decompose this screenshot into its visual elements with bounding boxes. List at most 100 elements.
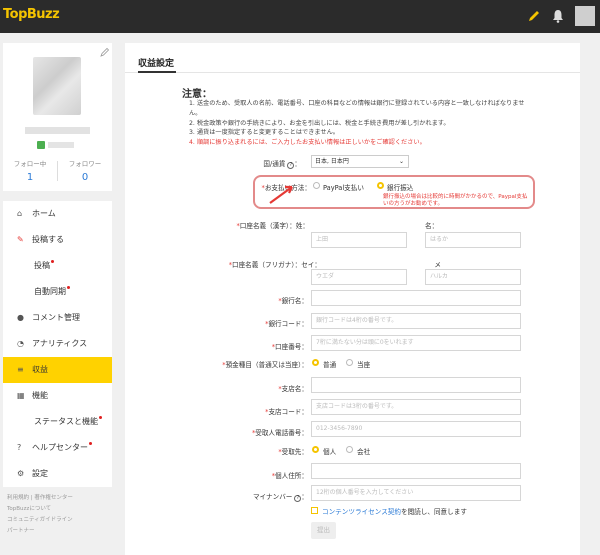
account-number-input[interactable]: 7桁に満たない分は頭に0をいれます xyxy=(311,335,521,351)
paypal-radio[interactable] xyxy=(313,182,320,189)
deposit-ordinary-radio[interactable] xyxy=(312,359,319,366)
address-input[interactable] xyxy=(311,463,521,479)
footer-link-guidelines[interactable]: コミュニティガイドライン xyxy=(7,517,73,523)
home-icon: ⌂ xyxy=(17,209,23,218)
following-stat[interactable]: フォロー中 1 xyxy=(3,158,57,183)
help-icon: ? xyxy=(17,443,22,452)
notice-list: 1. 送金のため、受取人の名前、電話番号、口座の科目などの情報は銀行に登録されて… xyxy=(189,99,529,148)
chevron-down-icon: ⌄ xyxy=(398,158,404,165)
notice-item-warning: 4. 順調に振り込まれるには、ご入力したお支払い情報は正しいかをご確認ください。 xyxy=(189,139,426,147)
footer-link-partners[interactable]: パートナー xyxy=(7,528,35,534)
footer-links: 利用規約 | 著作権センター TopBuzzについて コミュニティガイドライン … xyxy=(7,495,73,534)
help-icon: ? xyxy=(287,162,295,169)
branch-code-input[interactable]: 支店コードは3桁の番号です。 xyxy=(311,399,521,415)
payee-company-radio[interactable] xyxy=(346,446,353,453)
last-name-kanji-input[interactable]: 上田 xyxy=(311,232,407,248)
divider xyxy=(125,72,580,73)
annotation-arrow-icon xyxy=(269,185,293,204)
sidebar-item-revenue[interactable]: ≡ 収益 xyxy=(3,357,112,383)
app-logo[interactable]: TopBuzz xyxy=(3,7,60,22)
license-agreement-link[interactable]: コンテンツライセンス契約 xyxy=(322,508,401,516)
user-avatar[interactable] xyxy=(575,6,595,26)
currency-label: 国/通貨?： xyxy=(263,160,301,169)
verified-badge-icon xyxy=(37,141,45,149)
notice-item: 1. 送金のため、受取人の名前、電話番号、口座の科目などの情報は銀行に登録されて… xyxy=(189,100,525,117)
sidebar-item-auto-sync[interactable]: 自動同期 xyxy=(3,279,112,305)
account-number-label: *口座番号： xyxy=(271,343,308,351)
sidebar-item-comments[interactable]: ● コメント管理 xyxy=(3,305,112,331)
profile-avatar xyxy=(33,57,81,115)
notification-dot xyxy=(67,286,70,289)
database-icon: ≡ xyxy=(17,365,24,374)
pencil-icon[interactable] xyxy=(526,8,542,24)
bell-icon[interactable] xyxy=(550,8,566,24)
profile-name xyxy=(25,127,90,134)
comment-icon: ● xyxy=(17,313,24,322)
sidebar-item-status[interactable]: ステータスと機能 xyxy=(3,409,112,435)
last-name-kana-input[interactable]: ウエダ xyxy=(311,269,407,285)
first-name-kanji-input[interactable]: はるか xyxy=(425,232,521,248)
branch-code-label: *支店コード： xyxy=(265,408,308,416)
sidebar-item-analytics[interactable]: ◔ アナリティクス xyxy=(3,331,112,357)
deposit-ordinary-label[interactable]: 普通 xyxy=(323,359,336,369)
sidebar-item-features[interactable]: ▦ 機能 xyxy=(3,383,112,409)
footer-link-terms[interactable]: 利用規約 xyxy=(7,495,29,501)
sidebar-item-help[interactable]: ? ヘルプセンター xyxy=(3,435,112,461)
sidebar: フォロー中 1 フォロワー 0 ⌂ ホーム ✎ 投稿する 投稿 自動同期 ● コメント… xyxy=(3,43,112,537)
gear-icon: ⚙ xyxy=(17,469,25,478)
payee-individual-radio[interactable] xyxy=(312,446,319,453)
payment-note: 銀行振込の場合は比較的に時間がかかるので、Paypal支払いの方うがお勧めです。 xyxy=(383,194,528,207)
first-name-kana-input[interactable]: ハルカ xyxy=(425,269,521,285)
branch-name-label: *支店名： xyxy=(278,385,308,393)
name-kanji-label: *口座名義（漢字）：姓： xyxy=(236,222,309,230)
notice-item: 2. 税金政策や銀行の手続きにより、お金を引出しには、税金と手続き費用が差し引か… xyxy=(189,119,450,127)
bank-transfer-label[interactable]: 銀行振込 xyxy=(387,182,413,192)
notice-item: 3. 通貨は一度指定すると変更することはできません。 xyxy=(189,129,339,137)
grid-icon: ▦ xyxy=(17,391,25,400)
footer-link-copyright[interactable]: 著作権センター xyxy=(34,495,73,501)
notification-dot xyxy=(51,260,54,263)
pencil-icon: ✎ xyxy=(17,235,24,244)
help-icon: ? xyxy=(294,495,302,502)
submit-button[interactable]: 提出 xyxy=(311,522,336,539)
sidebar-item-home[interactable]: ⌂ ホーム xyxy=(3,201,112,227)
agree-checkbox[interactable] xyxy=(311,507,318,514)
payee-label: *受取先： xyxy=(278,448,308,456)
footer-link-about[interactable]: TopBuzzについて xyxy=(7,506,51,512)
top-bar: TopBuzz xyxy=(0,0,600,33)
currency-select[interactable]: 日本, 日本円 ⌄ xyxy=(311,155,409,168)
first-name-label: 名： xyxy=(425,222,439,230)
paypal-label[interactable]: PayPal支払い xyxy=(323,182,364,192)
sidebar-item-settings[interactable]: ⚙ 設定 xyxy=(3,461,112,487)
sidebar-menu: ⌂ ホーム ✎ 投稿する 投稿 自動同期 ● コメント管理 ◔ アナリティクス ≡ 収益 … xyxy=(3,201,112,487)
title-underline xyxy=(138,71,176,73)
bank-name-label: *銀行名： xyxy=(278,297,308,305)
phone-label: *受取人電話番号： xyxy=(251,429,308,437)
payee-individual-label[interactable]: 個人 xyxy=(323,446,336,456)
deposit-checking-label[interactable]: 当座 xyxy=(357,359,370,369)
bank-transfer-radio[interactable] xyxy=(377,182,384,189)
mynumber-input[interactable]: 12桁の個人番号を入力してください xyxy=(311,485,521,501)
followers-count: 0 xyxy=(81,172,89,183)
deposit-checking-radio[interactable] xyxy=(346,359,353,366)
followers-stat[interactable]: フォロワー 0 xyxy=(58,158,112,183)
payee-company-label[interactable]: 会社 xyxy=(357,446,370,456)
pie-chart-icon: ◔ xyxy=(17,339,24,348)
sidebar-item-post[interactable]: ✎ 投稿する xyxy=(3,227,112,253)
mynumber-label: マイナンバー?： xyxy=(252,493,308,502)
notice-title: 注意： xyxy=(182,89,212,100)
notification-dot xyxy=(89,442,92,445)
address-label: *個人住所： xyxy=(271,472,308,480)
profile-badge-text xyxy=(48,142,74,148)
edit-profile-icon[interactable] xyxy=(100,47,110,57)
bank-name-input[interactable] xyxy=(311,290,521,306)
phone-input[interactable]: 012-3456-7890 xyxy=(311,421,521,437)
bank-code-label: *銀行コード： xyxy=(265,320,308,328)
sidebar-item-posts[interactable]: 投稿 xyxy=(3,253,112,279)
page-title: 収益設定 xyxy=(138,59,175,69)
deposit-type-label: *預金種目（普通又は当座）： xyxy=(222,361,308,369)
bank-code-input[interactable]: 銀行コードは4桁の番号です。 xyxy=(311,313,521,329)
revenue-settings-panel: 収益設定 注意： 1. 送金のため、受取人の名前、電話番号、口座の科目などの情報… xyxy=(125,43,580,555)
branch-name-input[interactable] xyxy=(311,377,521,393)
name-kana-label: *口座名義（フリガナ）：セイ： xyxy=(228,261,321,269)
